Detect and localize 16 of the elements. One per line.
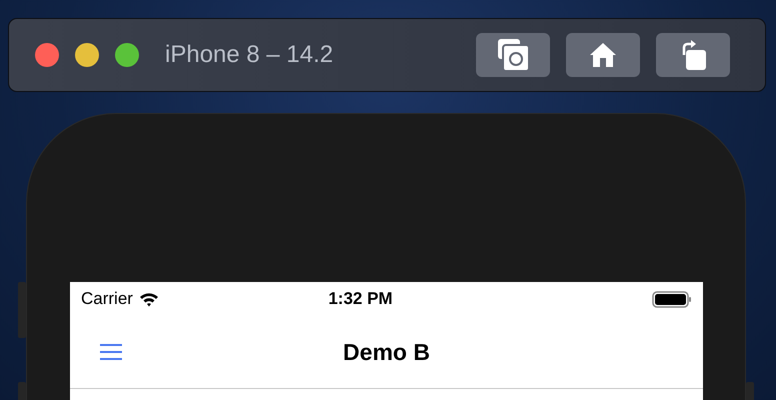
navigation-title: Demo B (343, 338, 430, 366)
rotate-button[interactable] (656, 33, 730, 77)
home-icon (588, 40, 618, 70)
menu-icon (100, 342, 122, 362)
camera-icon (495, 37, 531, 73)
home-button[interactable] (566, 33, 640, 77)
battery-icon (652, 290, 692, 308)
wifi-icon (138, 292, 159, 306)
carrier-label: Carrier (81, 289, 133, 309)
window-control-button[interactable] (115, 43, 139, 67)
screenshot-button[interactable] (476, 33, 550, 77)
status-time: 1:32 PM (327, 289, 394, 309)
menu-button[interactable] (100, 342, 122, 362)
window-control-button[interactable] (35, 43, 59, 67)
window-control-button[interactable] (75, 43, 99, 67)
window-title: iPhone 8 – 14.2 (165, 41, 334, 69)
